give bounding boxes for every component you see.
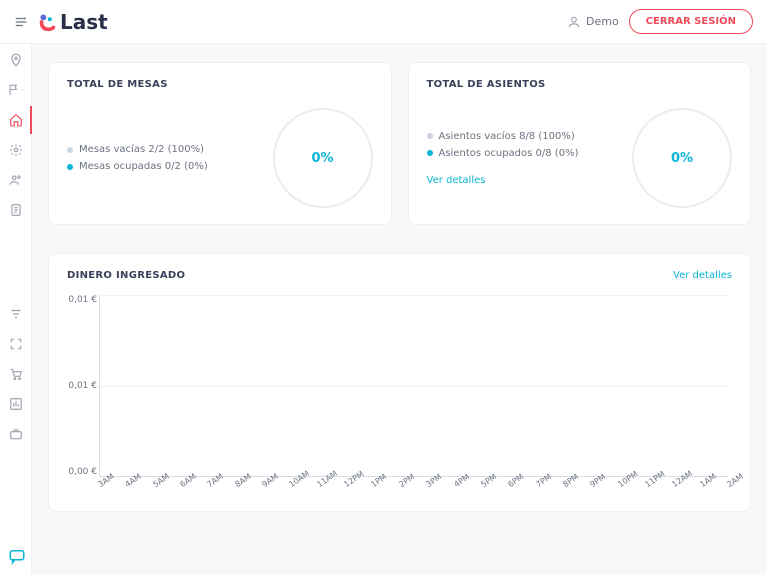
user-chip[interactable]: Demo [567, 15, 619, 29]
dot-icon [67, 164, 73, 170]
mesas-card: TOTAL DE MESAS Mesas vacías 2/2 (100%) M… [48, 62, 392, 225]
home-icon[interactable] [8, 112, 24, 128]
expand-icon[interactable] [8, 336, 24, 352]
asientos-empty-legend: Asientos vacíos 8/8 (100%) [427, 131, 579, 142]
pin-icon[interactable] [8, 52, 24, 68]
filter-icon[interactable] [8, 306, 24, 322]
brand-text: Last [60, 10, 108, 34]
dot-icon [427, 150, 433, 156]
mesas-occupied-legend: Mesas ocupadas 0/2 (0%) [67, 161, 208, 172]
chat-icon[interactable] [8, 547, 26, 565]
sidebar: · [0, 44, 32, 575]
brand-logo: Last [36, 10, 108, 34]
money-chart: 0,01 €0,01 €0,00 € 3AM4AM5AM6AM7AM8AM9AM… [99, 295, 728, 495]
gear-icon[interactable] [8, 142, 24, 158]
logout-button[interactable]: CERRAR SESIÓN [629, 9, 753, 34]
menu-toggle-icon[interactable] [14, 15, 28, 29]
chart-plot [99, 295, 728, 477]
user-icon [567, 15, 581, 29]
asientos-occupied-legend: Asientos ocupados 0/8 (0%) [427, 148, 579, 159]
main-content: TOTAL DE MESAS Mesas vacías 2/2 (100%) M… [32, 44, 767, 575]
asientos-title: TOTAL DE ASIENTOS [427, 79, 733, 90]
asientos-donut: 0% [632, 108, 732, 208]
logo-icon [36, 11, 58, 33]
money-card: DINERO INGRESADO Ver detalles 0,01 €0,01… [48, 253, 751, 512]
asientos-card: TOTAL DE ASIENTOS Asientos vacíos 8/8 (1… [408, 62, 752, 225]
flag-icon[interactable]: · [8, 82, 24, 98]
user-name: Demo [586, 15, 619, 28]
chart-icon[interactable] [8, 396, 24, 412]
people-icon[interactable] [8, 172, 24, 188]
y-tick: 0,01 € [63, 381, 97, 391]
y-tick: 0,00 € [63, 467, 97, 477]
mesas-donut: 0% [273, 108, 373, 208]
asientos-details-link[interactable]: Ver detalles [427, 175, 579, 186]
x-tick: 2AM [725, 472, 744, 489]
dot-icon [427, 133, 433, 139]
money-details-link[interactable]: Ver detalles [673, 270, 732, 281]
briefcase-icon[interactable] [8, 426, 24, 442]
top-header: Last Demo CERRAR SESIÓN [0, 0, 767, 44]
dot-icon [67, 147, 73, 153]
y-tick: 0,01 € [63, 295, 97, 305]
money-title: DINERO INGRESADO [67, 270, 185, 281]
mesas-empty-legend: Mesas vacías 2/2 (100%) [67, 144, 208, 155]
cart-icon[interactable] [8, 366, 24, 382]
document-icon[interactable] [8, 202, 24, 218]
mesas-title: TOTAL DE MESAS [67, 79, 373, 90]
